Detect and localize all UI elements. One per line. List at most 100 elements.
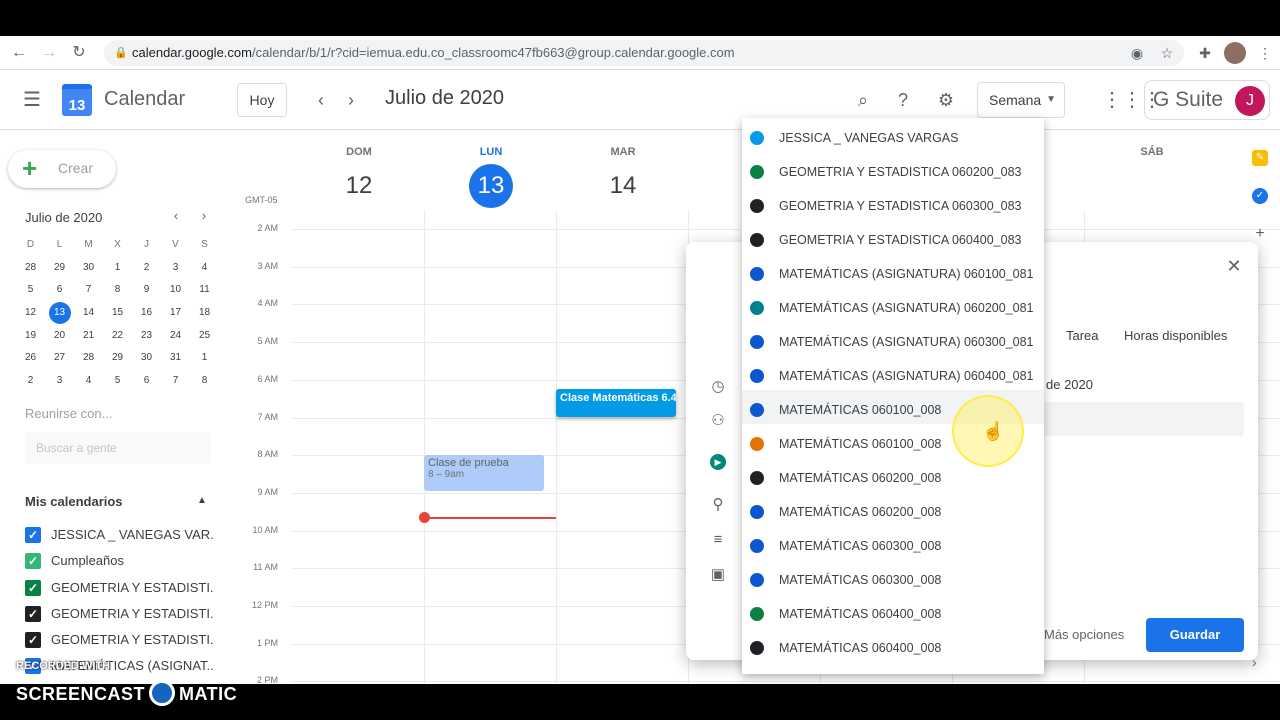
mini-day[interactable]: 29 [103, 347, 132, 370]
mini-day[interactable]: 6 [45, 279, 74, 302]
add-addon-icon[interactable]: + [1252, 226, 1268, 242]
address-bar[interactable]: 🔒 calendar.google.com/calendar/b/1/r?cid… [104, 40, 1184, 66]
save-button[interactable]: Guardar [1146, 618, 1244, 652]
help-icon[interactable]: ? [891, 88, 915, 112]
mini-day[interactable]: 13 [45, 302, 74, 325]
checkbox-icon[interactable]: ✓ [25, 553, 41, 570]
calendar-option[interactable]: MATEMÁTICAS 060400_008 [742, 628, 1044, 662]
calendar-list-item[interactable]: ✓ GEOMETRIA Y ESTADISTI... [25, 601, 225, 627]
day-header-mon[interactable]: LUN 13 [425, 146, 557, 208]
calendar-option[interactable]: MATEMÁTICAS 060300_008 [742, 560, 1044, 594]
day-header-tue[interactable]: MAR 14 [557, 146, 689, 208]
mini-day[interactable]: 28 [74, 347, 103, 370]
close-icon[interactable]: ✕ [1222, 254, 1246, 278]
calendar-list-item[interactable]: ✓ Cumpleaños [25, 548, 225, 574]
next-week-icon[interactable]: › [339, 88, 363, 112]
calendar-option[interactable]: GEOMETRIA Y ESTADISTICA 060200_083 [742, 152, 1044, 186]
day-header-sat[interactable]: SÁB [1086, 146, 1218, 158]
calendar-option[interactable]: MATEMÁTICAS 060200_008 [742, 492, 1044, 526]
mini-day[interactable]: 19 [16, 325, 45, 348]
apps-grid-icon[interactable]: ⋮⋮⋮ [1102, 88, 1162, 112]
settings-gear-icon[interactable]: ⚙ [934, 88, 958, 112]
view-selector[interactable]: Semana ▼ [977, 82, 1065, 118]
browser-profile-avatar[interactable] [1224, 42, 1246, 64]
calendar-list-item[interactable]: ✓ JESSICA _ VANEGAS VAR... [25, 522, 225, 548]
mini-day[interactable]: 23 [132, 325, 161, 348]
mini-day[interactable]: 3 [161, 257, 190, 280]
calendar-list-item[interactable]: ✓ GEOMETRIA Y ESTADISTI... [25, 627, 225, 653]
calendar-option[interactable]: MATEMÁTICAS (ASIGNATURA) 060100_081 [742, 254, 1044, 288]
mini-prev-icon[interactable]: ‹ [168, 208, 184, 224]
mini-day[interactable]: 1 [103, 257, 132, 280]
mini-day[interactable]: 31 [161, 347, 190, 370]
my-calendars-title[interactable]: Mis calendarios [25, 494, 123, 509]
calendar-option[interactable]: MATEMÁTICAS 060400_008 [742, 594, 1044, 628]
event-trial-class[interactable]: Clase de prueba 8 – 9am [424, 455, 544, 491]
mini-next-icon[interactable]: › [196, 208, 212, 224]
mini-day[interactable]: 8 [103, 279, 132, 302]
mini-day[interactable]: 1 [190, 347, 219, 370]
day-header-sun[interactable]: DOM 12 [293, 146, 425, 208]
mini-day[interactable]: 18 [190, 302, 219, 325]
calendar-option[interactable]: MATEMÁTICAS 060300_008 [742, 526, 1044, 560]
checkbox-icon[interactable]: ✓ [25, 579, 41, 596]
mini-day[interactable]: 25 [190, 325, 219, 348]
mini-day[interactable]: 30 [132, 347, 161, 370]
keep-icon[interactable]: ✎ [1252, 150, 1268, 166]
mini-day[interactable]: 6 [132, 370, 161, 393]
back-icon[interactable]: ← [8, 42, 30, 64]
tab-task[interactable]: Tarea [1066, 328, 1099, 343]
mini-day[interactable]: 21 [74, 325, 103, 348]
browser-menu-icon[interactable]: ⋮ [1254, 42, 1276, 64]
people-search-input[interactable]: Buscar a gente [25, 432, 211, 464]
checkbox-icon[interactable]: ✓ [25, 632, 41, 649]
mini-day[interactable]: 5 [103, 370, 132, 393]
mini-day[interactable]: 17 [161, 302, 190, 325]
tasks-icon[interactable]: ✓ [1252, 188, 1268, 204]
gsuite-account[interactable]: G Suite J [1144, 80, 1270, 120]
mini-day[interactable]: 26 [16, 347, 45, 370]
mini-day[interactable]: 14 [74, 302, 103, 325]
mini-day[interactable]: 24 [161, 325, 190, 348]
event-math-class[interactable]: Clase Matemáticas 6.4 [556, 389, 676, 417]
mini-day[interactable]: 29 [45, 257, 74, 280]
reload-icon[interactable]: ↻ [68, 42, 90, 64]
calendar-option[interactable]: JESSICA _ VANEGAS VARGAS [742, 118, 1044, 152]
chevron-up-icon[interactable]: ▲ [194, 493, 210, 509]
mini-day[interactable]: 30 [74, 257, 103, 280]
mini-day[interactable]: 27 [45, 347, 74, 370]
eye-icon[interactable]: ◉ [1126, 42, 1148, 64]
mini-day[interactable]: 7 [74, 279, 103, 302]
more-options-link[interactable]: Más opciones [1044, 627, 1124, 642]
dialog-date[interactable]: de 2020 [1046, 377, 1093, 392]
mini-day[interactable]: 10 [161, 279, 190, 302]
calendar-option[interactable]: GEOMETRIA Y ESTADISTICA 060300_083 [742, 186, 1044, 220]
mini-day[interactable]: 20 [45, 325, 74, 348]
extensions-icon[interactable]: ✚ [1194, 42, 1216, 64]
mini-day[interactable]: 4 [190, 257, 219, 280]
mini-day[interactable]: 7 [161, 370, 190, 393]
calendar-option[interactable]: GEOMETRIA Y ESTADISTICA 060400_083 [742, 220, 1044, 254]
calendar-option[interactable]: MATEMÁTICAS (ASIGNATURA) 060400_081 [742, 356, 1044, 390]
calendar-option[interactable]: MATEMÁTICAS (ASIGNATURA) 060300_081 [742, 322, 1044, 356]
prev-week-icon[interactable]: ‹ [309, 88, 333, 112]
today-button[interactable]: Hoy [237, 83, 287, 117]
mini-day[interactable]: 2 [132, 257, 161, 280]
tab-availability[interactable]: Horas disponibles [1124, 328, 1227, 343]
mini-day[interactable]: 28 [16, 257, 45, 280]
calendar-list-item[interactable]: ✓ GEOMETRIA Y ESTADISTI... [25, 575, 225, 601]
checkbox-icon[interactable]: ✓ [25, 605, 41, 622]
calendar-option[interactable]: MATEMÁTICAS (ASIGNATURA) 060200_081 [742, 288, 1044, 322]
dialog-field-highlight[interactable] [1036, 402, 1244, 436]
chevron-right-icon[interactable]: › [1252, 654, 1257, 670]
mini-day[interactable]: 11 [190, 279, 219, 302]
star-icon[interactable]: ☆ [1156, 42, 1178, 64]
checkbox-icon[interactable]: ✓ [25, 527, 41, 543]
mini-day[interactable]: 15 [103, 302, 132, 325]
user-avatar[interactable]: J [1235, 86, 1265, 116]
mini-day[interactable]: 16 [132, 302, 161, 325]
main-menu-icon[interactable]: ☰ [20, 88, 44, 112]
mini-day[interactable]: 2 [16, 370, 45, 393]
mini-day[interactable]: 3 [45, 370, 74, 393]
mini-day[interactable]: 5 [16, 279, 45, 302]
